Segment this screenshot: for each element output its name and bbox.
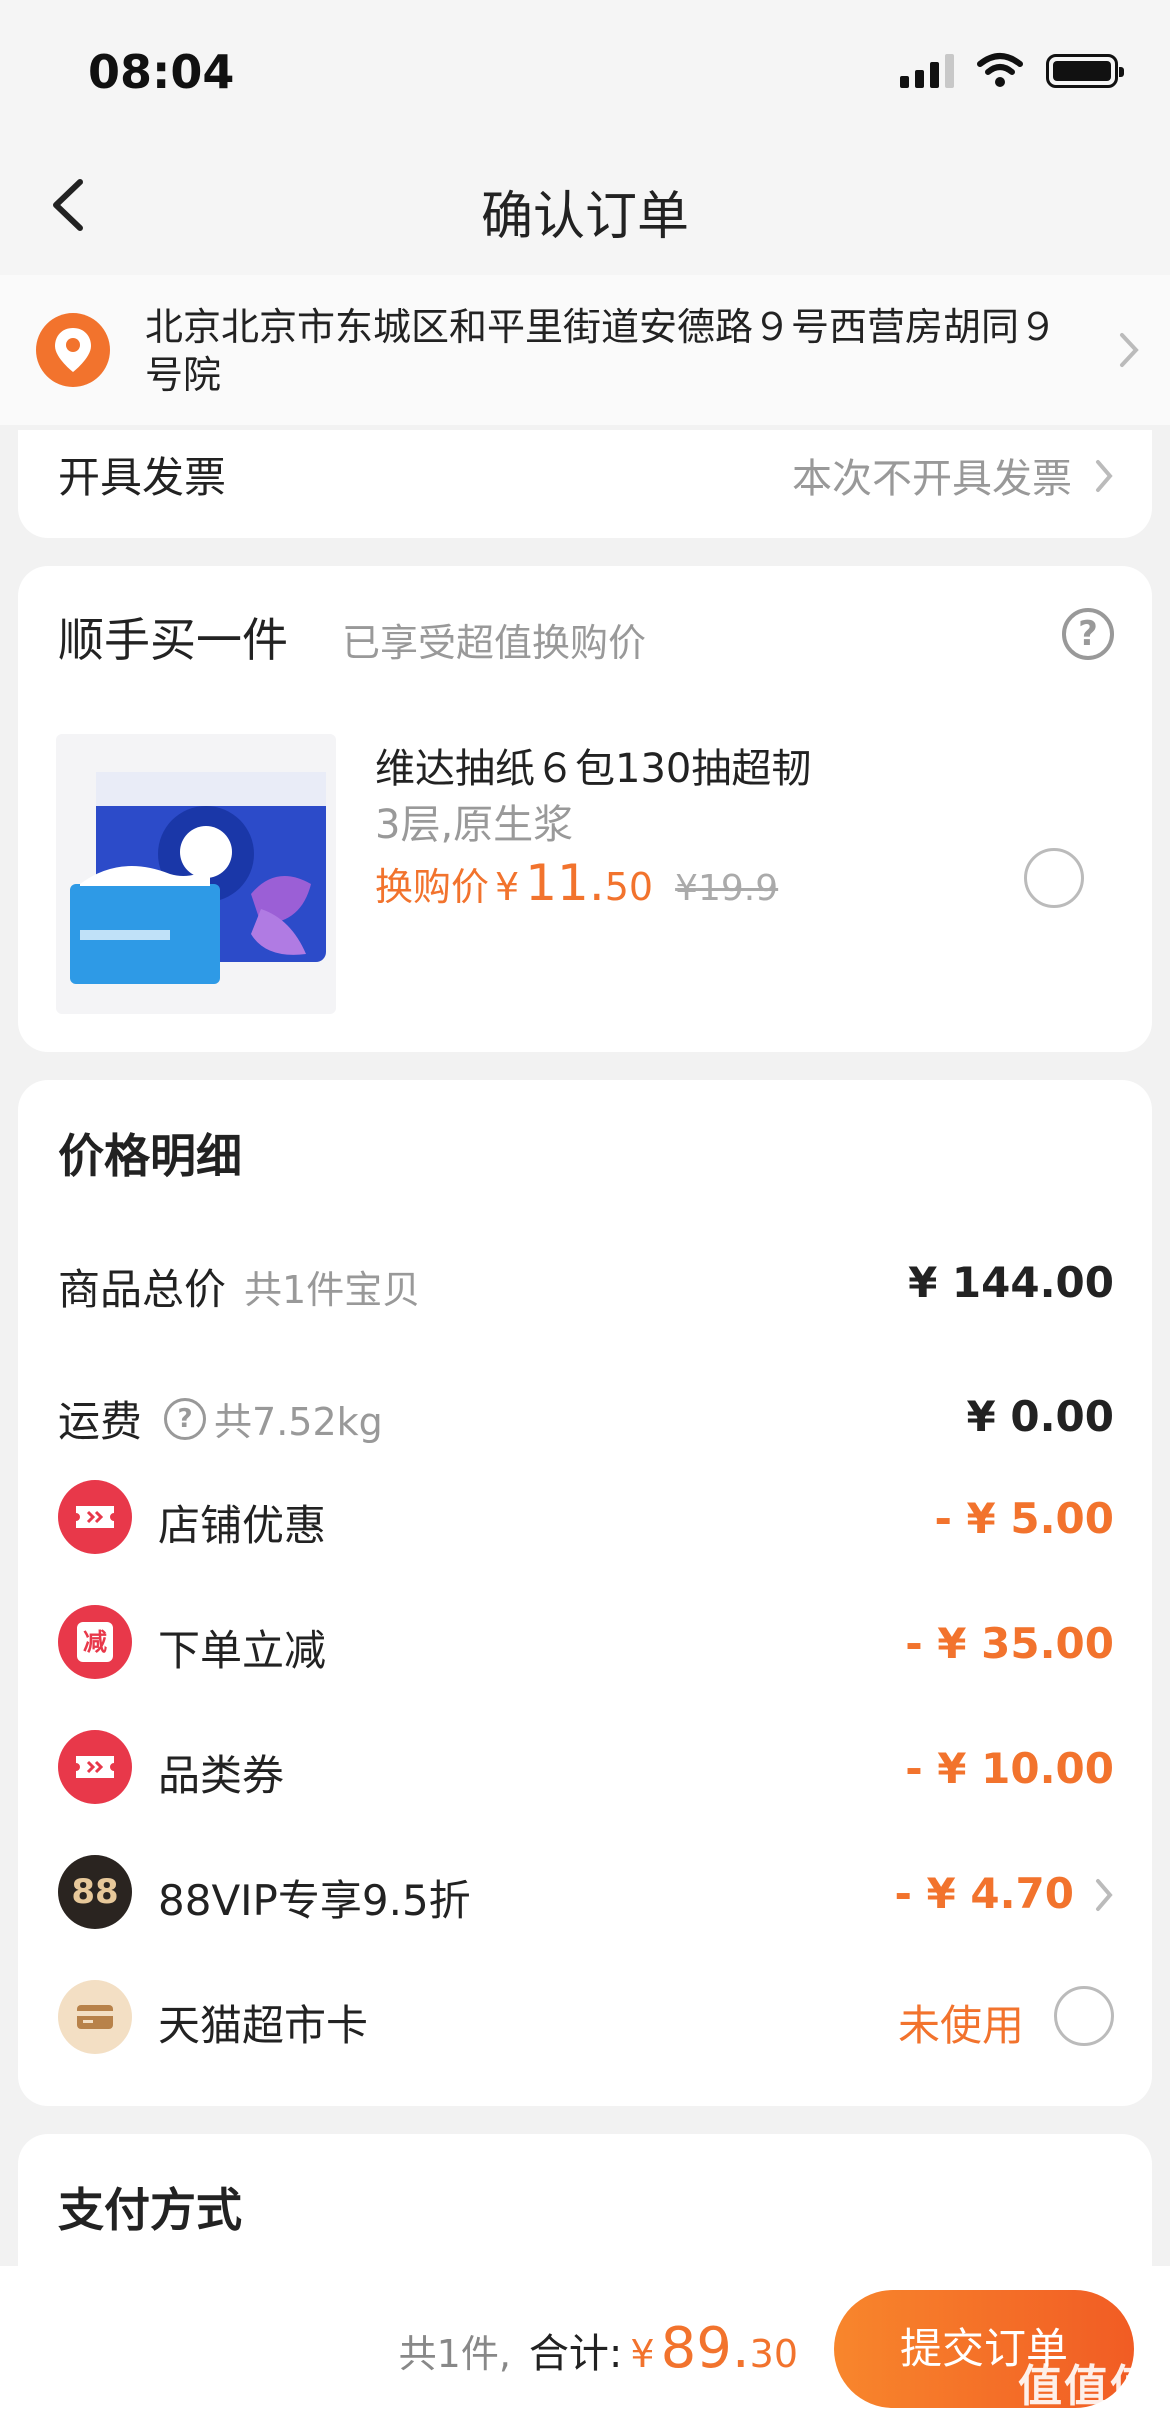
coupon-icon <box>58 1480 132 1554</box>
wifi-icon <box>977 53 1023 87</box>
shipping-row: 运费 ? 共7.52kg <box>58 1388 383 1449</box>
vip-discount-value[interactable]: - ¥ 4.70 <box>894 1869 1074 1918</box>
invoice-value: 本次不开具发票 <box>792 456 1072 502</box>
product-spec: 3层,原生浆 <box>375 802 574 848</box>
goods-total-row: 商品总价 共1件宝贝 <box>58 1256 420 1317</box>
price-detail-card: 价格明细 商品总价 共1件宝贝 ¥ 144.00 运费 ? 共7.52kg ¥ … <box>18 1080 1152 2106</box>
total-label: 合计: <box>528 2331 623 2377</box>
checkout-bar: 共1件, 合计: ¥ 89. 30 提交订单 值值值 zhizhizhi.com <box>0 2266 1170 2430</box>
addon-purchase-card: 顺手买一件 已享受超值换购价 ? 维达抽纸６包130抽超韧 3层,原生浆 换购价… <box>18 566 1152 1052</box>
total-currency: ¥ <box>630 2332 655 2376</box>
store-discount-value: - ¥ 5.00 <box>934 1494 1114 1543</box>
chevron-right-icon <box>1096 460 1113 492</box>
supermarket-card-label: 天猫超市卡 <box>158 2001 369 2050</box>
category-coupon-value: - ¥ 10.00 <box>905 1744 1114 1793</box>
card-icon <box>58 1980 132 2054</box>
help-icon[interactable]: ? <box>1062 608 1114 660</box>
status-icons <box>900 52 1124 88</box>
total-integer: 89. <box>660 2316 750 2381</box>
delivery-address: 北京北京市东城区和平里街道安德路９号西营房胡同９号院 <box>145 305 1058 397</box>
shipping-weight: 共7.52kg <box>214 1400 383 1444</box>
original-price: ¥19.9 <box>675 868 779 909</box>
price-detail-title: 价格明细 <box>58 1129 242 1183</box>
reduce-icon: 减 <box>58 1605 132 1679</box>
price-integer: 11. <box>525 854 605 912</box>
item-count: 共1件, <box>398 2332 511 2376</box>
status-bar: 08:04 <box>0 0 1170 140</box>
address-bar[interactable]: 北京北京市东城区和平里街道安德路９号西营房胡同９号院 <box>0 275 1170 425</box>
battery-icon <box>1046 54 1124 88</box>
cellular-signal-icon <box>900 54 954 88</box>
location-pin-icon <box>36 313 110 387</box>
shipping-value: ¥ 0.00 <box>966 1392 1114 1441</box>
order-reduction-label: 下单立减 <box>158 1626 327 1675</box>
reduce-icon-text: 减 <box>77 1622 113 1662</box>
chevron-right-icon <box>1120 333 1139 367</box>
order-reduction-value: - ¥ 35.00 <box>905 1619 1114 1668</box>
payment-method-title: 支付方式 <box>58 2183 242 2237</box>
status-time: 08:04 <box>88 45 235 99</box>
shipping-label: 运费 <box>58 1397 143 1446</box>
supermarket-card-status: 未使用 <box>897 2001 1024 2050</box>
vip88-icon-text: 88 <box>71 1872 119 1912</box>
price-decimal: 50 <box>604 865 654 909</box>
price-label: 换购价 <box>375 865 490 909</box>
product-name: 维达抽纸６包130抽超韧 <box>375 746 812 792</box>
vip88-icon: 88 <box>58 1855 132 1929</box>
store-discount-label: 店铺优惠 <box>158 1501 327 1550</box>
category-coupon-label: 品类券 <box>158 1751 285 1800</box>
nav-bar: 确认订单 <box>0 140 1170 275</box>
invoice-label: 开具发票 <box>58 453 227 502</box>
total-decimal: 30 <box>749 2332 798 2376</box>
goods-total-label: 商品总价 <box>58 1265 227 1314</box>
price-currency: ¥ <box>495 865 520 909</box>
chevron-right-icon[interactable] <box>1094 1877 1114 1913</box>
product-image <box>56 734 336 1014</box>
supermarket-card-radio[interactable] <box>1054 1986 1114 2046</box>
product-price: 换购价 ¥ 11. 50 ¥19.9 <box>375 854 778 912</box>
page-title: 确认订单 <box>480 187 689 247</box>
addon-title: 顺手买一件 <box>58 613 288 667</box>
help-icon[interactable]: ? <box>164 1397 207 1440</box>
invoice-row[interactable]: 开具发票 本次不开具发票 <box>18 430 1152 538</box>
goods-total-value: ¥ 144.00 <box>908 1258 1114 1307</box>
watermark: 值值值 zhizhizhi.com <box>1018 2350 1156 2430</box>
order-total: 共1件, 合计: ¥ 89. 30 <box>399 2316 798 2381</box>
goods-count: 共1件宝贝 <box>244 1268 421 1312</box>
watermark-logo: 值值值 <box>1018 2361 1156 2412</box>
vip-discount-label: 88VIP专享9.5折 <box>158 1876 471 1925</box>
addon-select-radio[interactable] <box>1024 848 1084 908</box>
coupon-icon <box>58 1730 132 1804</box>
addon-subtitle: 已享受超值换购价 <box>342 621 647 665</box>
watermark-url: zhizhizhi.com <box>1032 2414 1142 2430</box>
